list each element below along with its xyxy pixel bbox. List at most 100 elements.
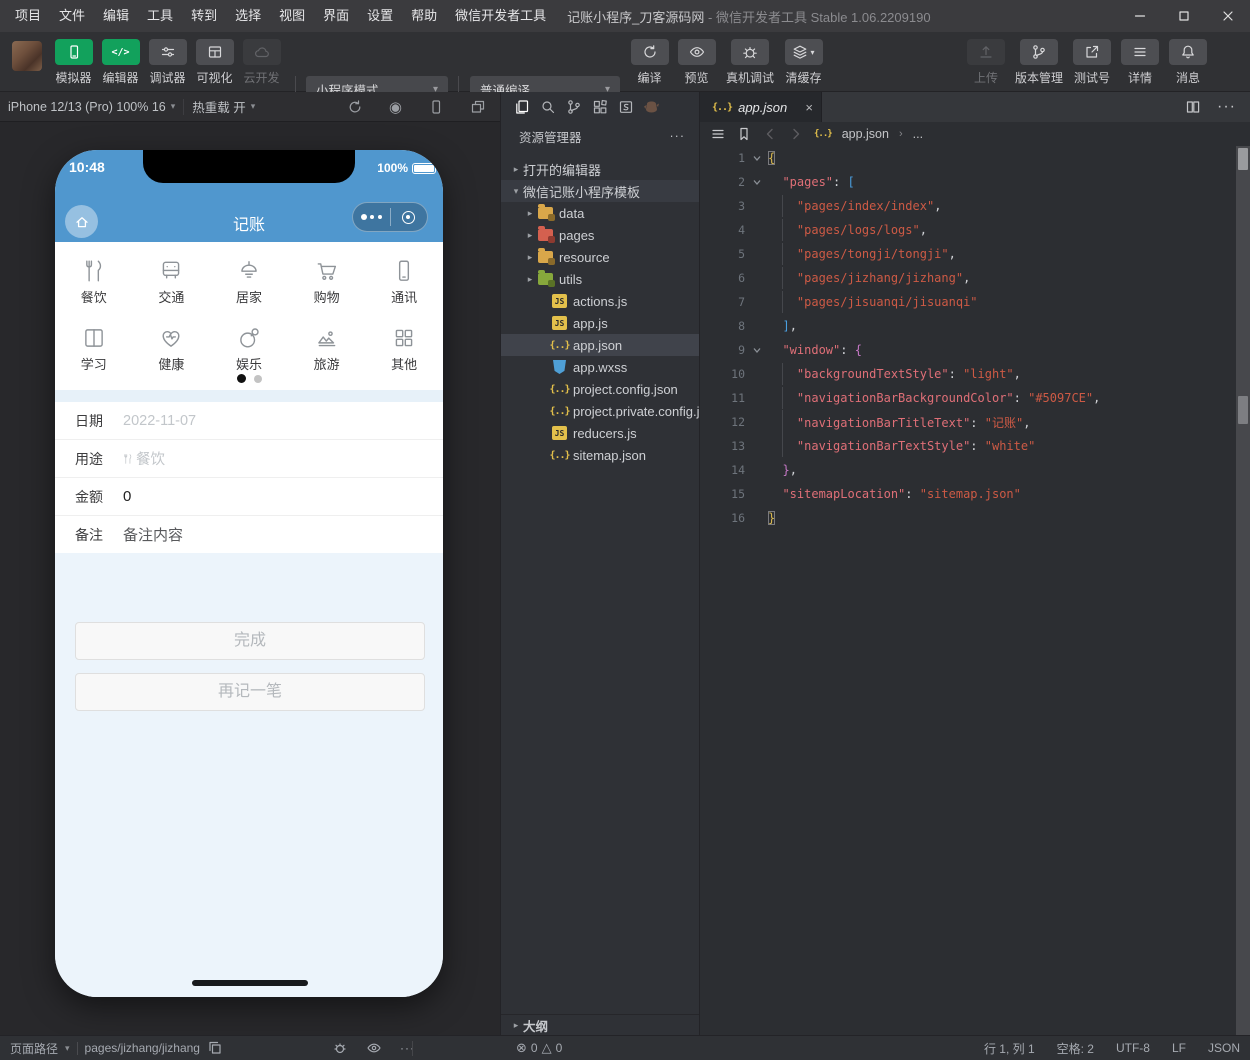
toolbar-button-可视化[interactable]: 可视化 bbox=[191, 39, 238, 86]
code-line-11[interactable]: 11 "navigationBarBackgroundColor": "#509… bbox=[700, 386, 1250, 410]
category-item-其他[interactable]: 其他 bbox=[365, 323, 443, 373]
category-item-交通[interactable]: 交通 bbox=[133, 256, 211, 306]
tree-item-pages[interactable]: ▸ pages bbox=[501, 224, 699, 246]
tab-app-json[interactable]: {..} app.json × bbox=[700, 92, 822, 122]
multi-window-icon[interactable] bbox=[470, 99, 486, 115]
breadcrumb-file[interactable]: app.json bbox=[842, 127, 889, 141]
category-item-购物[interactable]: 购物 bbox=[288, 256, 366, 306]
menu-转到[interactable]: 转到 bbox=[182, 0, 226, 32]
user-avatar[interactable] bbox=[12, 41, 42, 71]
tree-item-reducers.js[interactable]: JS reducers.js bbox=[501, 422, 699, 444]
code-line-6[interactable]: 6 "pages/jizhang/jizhang", bbox=[700, 266, 1250, 290]
toolbar-button-真机调试[interactable]: 真机调试 bbox=[720, 39, 780, 86]
code-line-10[interactable]: 10 "backgroundTextStyle": "light", bbox=[700, 362, 1250, 386]
tree-item-utils[interactable]: ▸ utils bbox=[501, 268, 699, 290]
outline-section[interactable]: ▸ 大纲 bbox=[501, 1014, 699, 1035]
code-editor[interactable]: 1{2 "pages": [3 "pages/index/index", 4 "p… bbox=[700, 146, 1250, 530]
toolbar-button-消息[interactable]: 消息 bbox=[1164, 39, 1212, 86]
maximize-button[interactable] bbox=[1162, 0, 1206, 32]
finish-button[interactable]: 完成 bbox=[75, 622, 425, 660]
category-item-餐饮[interactable]: 餐饮 bbox=[55, 256, 133, 306]
tree-section-project[interactable]: ▾ 微信记账小程序模板 bbox=[501, 180, 699, 202]
menu-选择[interactable]: 选择 bbox=[226, 0, 270, 32]
code-line-4[interactable]: 4 "pages/logs/logs", bbox=[700, 218, 1250, 242]
category-item-通讯[interactable]: 通讯 bbox=[365, 256, 443, 306]
code-line-5[interactable]: 5 "pages/tongji/tongji", bbox=[700, 242, 1250, 266]
fold-chevron-icon[interactable] bbox=[745, 177, 768, 187]
form-value[interactable]: 2022-11-07 bbox=[123, 413, 196, 429]
menu-设置[interactable]: 设置 bbox=[358, 0, 402, 32]
category-item-健康[interactable]: 健康 bbox=[133, 323, 211, 373]
problems-indicator[interactable]: ⊗ 0 △ 0 bbox=[516, 1040, 562, 1056]
category-item-娱乐[interactable]: 娱乐 bbox=[210, 323, 288, 373]
form-value[interactable]: 备注内容 bbox=[123, 524, 183, 545]
files-icon[interactable] bbox=[511, 96, 532, 118]
toolbar-button-调试器[interactable]: 调试器 bbox=[144, 39, 191, 86]
toolbar-button-版本管理[interactable]: 版本管理 bbox=[1010, 39, 1068, 86]
eol-setting[interactable]: LF bbox=[1172, 1041, 1186, 1055]
code-line-16[interactable]: 16} bbox=[700, 506, 1250, 530]
menu-文件[interactable]: 文件 bbox=[50, 0, 94, 32]
add-another-button[interactable]: 再记一笔 bbox=[75, 673, 425, 711]
menu-项目[interactable]: 项目 bbox=[6, 0, 50, 32]
fold-chevron-icon[interactable] bbox=[745, 345, 768, 355]
form-value[interactable]: 餐饮 bbox=[123, 448, 165, 469]
code-line-1[interactable]: 1{ bbox=[700, 146, 1250, 170]
outline-list-icon[interactable] bbox=[710, 126, 726, 142]
toolbar-button-测试号[interactable]: 测试号 bbox=[1068, 39, 1116, 86]
breadcrumb-more[interactable]: ... bbox=[913, 127, 923, 141]
cursor-position[interactable]: 行 1, 列 1 bbox=[984, 1040, 1035, 1057]
tree-item-project.config.json[interactable]: {..} project.config.json bbox=[501, 378, 699, 400]
toolbar-button-详情[interactable]: 详情 bbox=[1116, 39, 1164, 86]
toolbar-button-编译[interactable]: 编译 bbox=[626, 39, 673, 86]
exit-miniapp-button[interactable] bbox=[391, 210, 428, 224]
tree-item-resource[interactable]: ▸ resource bbox=[501, 246, 699, 268]
record-icon[interactable]: ◉ bbox=[389, 98, 402, 116]
code-line-13[interactable]: 13 "navigationBarTextStyle": "white" bbox=[700, 434, 1250, 458]
category-item-学习[interactable]: 学习 bbox=[55, 323, 133, 373]
menu-视图[interactable]: 视图 bbox=[270, 0, 314, 32]
code-line-8[interactable]: 8 ], bbox=[700, 314, 1250, 338]
tree-item-sitemap.json[interactable]: {..} sitemap.json bbox=[501, 444, 699, 466]
menu-界面[interactable]: 界面 bbox=[314, 0, 358, 32]
bookmark-icon[interactable] bbox=[736, 126, 752, 142]
category-item-旅游[interactable]: 旅游 bbox=[288, 323, 366, 373]
tree-item-app.js[interactable]: JS app.js bbox=[501, 312, 699, 334]
close-tab-icon[interactable]: × bbox=[805, 101, 813, 114]
tree-item-project.private.config.js...[interactable]: {..}project.private.config.js... bbox=[501, 400, 699, 422]
menu-编辑[interactable]: 编辑 bbox=[94, 0, 138, 32]
menu-工具[interactable]: 工具 bbox=[138, 0, 182, 32]
rotate-icon[interactable] bbox=[347, 99, 363, 115]
toolbar-button-编辑器[interactable]: </> 编辑器 bbox=[97, 39, 144, 86]
extensions-icon[interactable] bbox=[589, 96, 610, 118]
tree-item-app.wxss[interactable]: app.wxss bbox=[501, 356, 699, 378]
more-menu-button[interactable] bbox=[353, 214, 390, 220]
scrollbar-thumb[interactable] bbox=[1238, 148, 1248, 170]
device-select[interactable]: iPhone 12/13 (Pro) 100% 16 ▾ bbox=[0, 100, 183, 114]
teapot-icon[interactable] bbox=[641, 96, 662, 118]
indent-setting[interactable]: 空格: 2 bbox=[1057, 1040, 1094, 1057]
snippet-panel-icon[interactable] bbox=[615, 96, 636, 118]
tree-item-data[interactable]: ▸ data bbox=[501, 202, 699, 224]
encoding-setting[interactable]: UTF-8 bbox=[1116, 1041, 1150, 1055]
split-editor-icon[interactable] bbox=[1185, 99, 1201, 115]
copy-icon[interactable] bbox=[207, 1040, 223, 1056]
menu-微信开发者工具[interactable]: 微信开发者工具 bbox=[446, 0, 555, 32]
menu-帮助[interactable]: 帮助 bbox=[402, 0, 446, 32]
code-line-7[interactable]: 7 "pages/jisuanqi/jisuanqi" bbox=[700, 290, 1250, 314]
tree-item-app.json[interactable]: {..} app.json bbox=[501, 334, 699, 356]
code-line-9[interactable]: 9 "window": { bbox=[700, 338, 1250, 362]
toolbar-button-预览[interactable]: 预览 bbox=[673, 39, 720, 86]
more-actions-icon[interactable]: ··· bbox=[670, 129, 686, 143]
toolbar-button-模拟器[interactable]: 模拟器 bbox=[50, 39, 97, 86]
minimize-button[interactable] bbox=[1118, 0, 1162, 32]
code-line-2[interactable]: 2 "pages": [ bbox=[700, 170, 1250, 194]
code-line-12[interactable]: 12 "navigationBarTitleText": "记账", bbox=[700, 409, 1250, 435]
search-icon[interactable] bbox=[537, 96, 558, 118]
language-mode[interactable]: JSON bbox=[1208, 1041, 1240, 1055]
code-line-3[interactable]: 3 "pages/index/index", bbox=[700, 194, 1250, 218]
tree-section-open-editors[interactable]: ▸ 打开的编辑器 bbox=[501, 158, 699, 180]
page-path-selector[interactable]: 页面路径 bbox=[10, 1040, 58, 1057]
code-line-14[interactable]: 14 }, bbox=[700, 458, 1250, 482]
debug-icon[interactable] bbox=[332, 1040, 348, 1056]
